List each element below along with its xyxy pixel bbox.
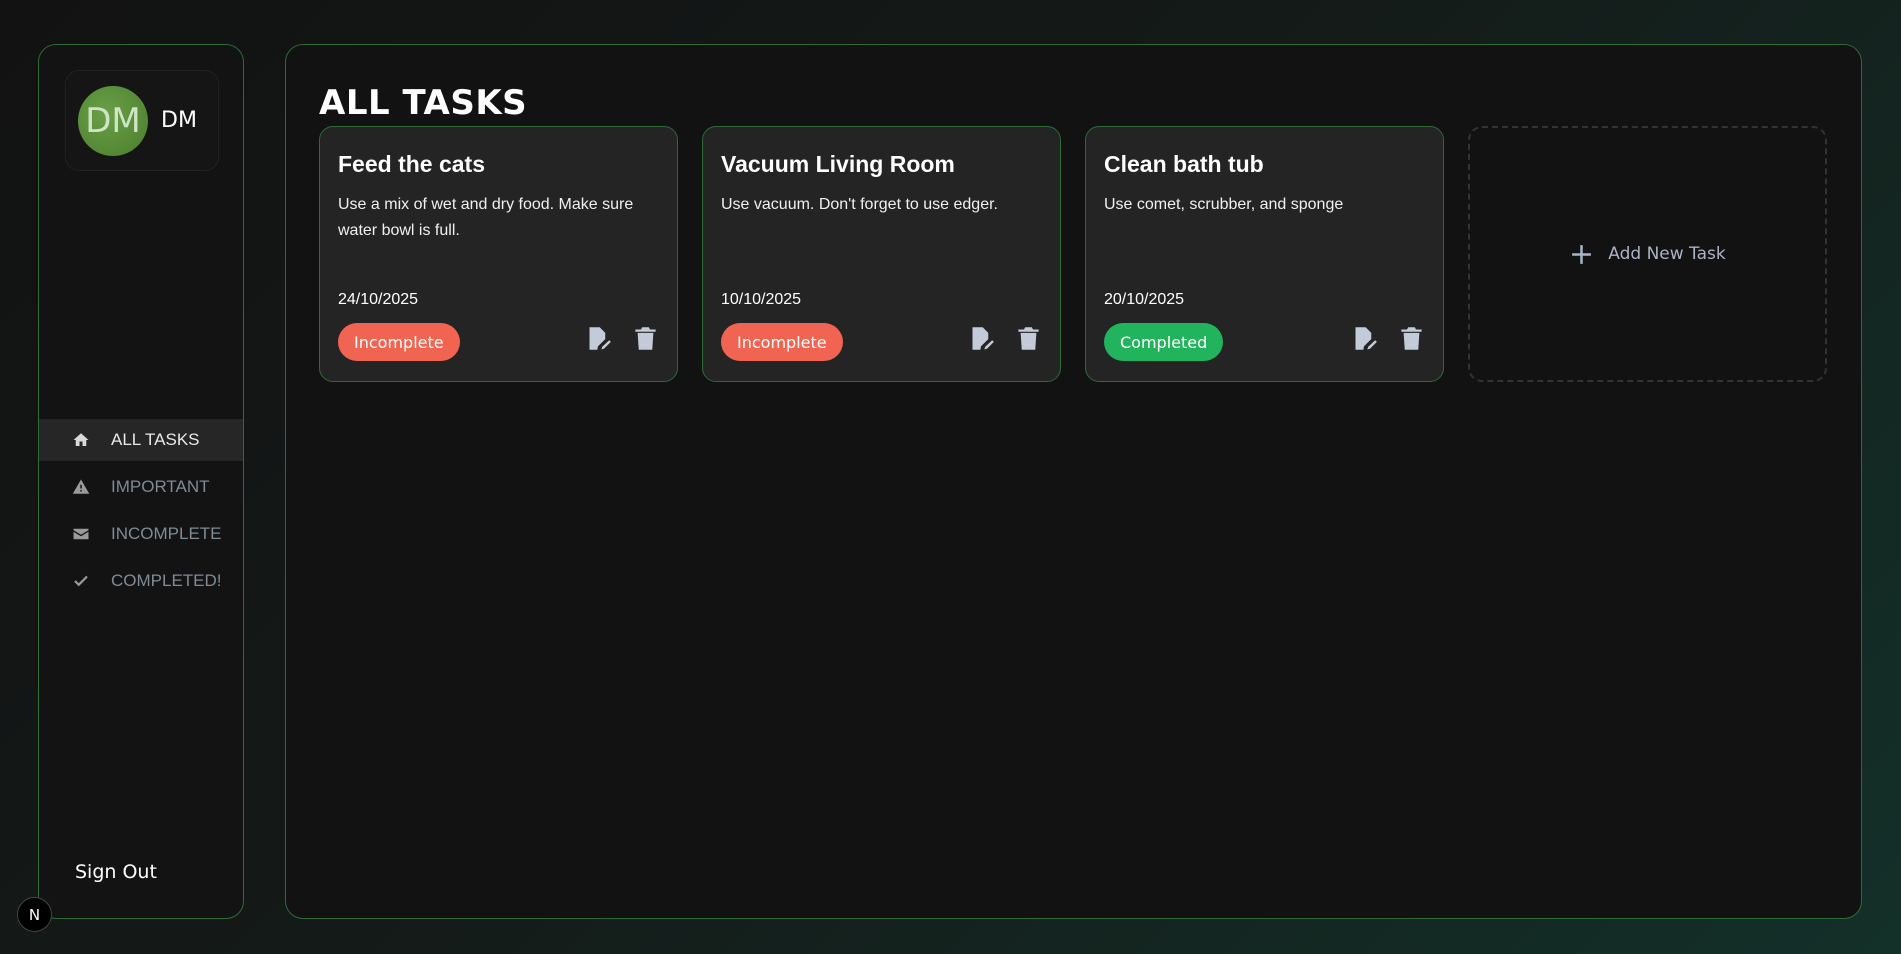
task-title: Feed the cats [338,151,485,177]
trash-icon[interactable] [632,325,659,352]
add-new-task-label: Add New Task [1608,244,1726,264]
status-badge[interactable]: Completed [1104,323,1224,361]
nav-item-all-tasks[interactable]: ALL TASKS [39,419,243,461]
task-card: Feed the cats Use a mix of wet and dry f… [319,126,678,382]
nav-item-label: INCOMPLETE [111,524,222,543]
profile-name: DM [161,108,197,133]
task-title: Vacuum Living Room [721,151,955,177]
dev-tools-badge[interactable]: N [17,897,52,932]
warning-icon [72,478,90,496]
home-icon [72,431,90,449]
task-actions [968,325,1042,352]
edit-icon[interactable] [968,325,995,352]
page-title: ALL TASKS [319,83,528,123]
nav-item-incomplete[interactable]: INCOMPLETE [39,513,243,555]
sidebar: DM DM ALL TASKS IMPORTANT INCOMPLETE COM… [38,44,244,919]
check-icon [72,572,90,590]
task-actions [585,325,659,352]
task-actions [1351,325,1425,352]
task-list: Feed the cats Use a mix of wet and dry f… [319,126,1827,382]
nav-item-important[interactable]: IMPORTANT [39,466,243,508]
task-card: Clean bath tub Use comet, scrubber, and … [1085,126,1444,382]
nav-item-label: ALL TASKS [111,430,200,449]
nav-menu: ALL TASKS IMPORTANT INCOMPLETE COMPLETED… [39,419,243,607]
trash-icon[interactable] [1015,325,1042,352]
task-title: Clean bath tub [1104,151,1264,177]
sign-out-button[interactable]: Sign Out [75,861,157,883]
envelope-icon [72,525,90,543]
task-description: Use a mix of wet and dry food. Make sure… [338,196,634,239]
plus-icon [1569,242,1594,267]
nav-item-label: COMPLETED! [111,571,222,590]
main-panel: ALL TASKS Feed the cats Use a mix of wet… [285,44,1862,919]
profile-card[interactable]: DM DM [65,70,219,171]
nav-item-label: IMPORTANT [111,477,210,496]
task-date: 10/10/2025 [721,291,802,308]
nav-item-completed[interactable]: COMPLETED! [39,560,243,602]
task-description: Use comet, scrubber, and sponge [1104,196,1344,213]
task-card: Vacuum Living Room Use vacuum. Don't for… [702,126,1061,382]
edit-icon[interactable] [585,325,612,352]
task-date: 20/10/2025 [1104,291,1185,308]
task-date: 24/10/2025 [338,291,419,308]
task-description: Use vacuum. Don't forget to use edger. [721,196,998,213]
status-badge[interactable]: Incomplete [721,323,843,361]
status-badge[interactable]: Incomplete [338,323,460,361]
avatar[interactable]: DM [78,85,148,156]
edit-icon[interactable] [1351,325,1378,352]
trash-icon[interactable] [1398,325,1425,352]
add-new-task-button[interactable]: Add New Task [1468,126,1827,382]
